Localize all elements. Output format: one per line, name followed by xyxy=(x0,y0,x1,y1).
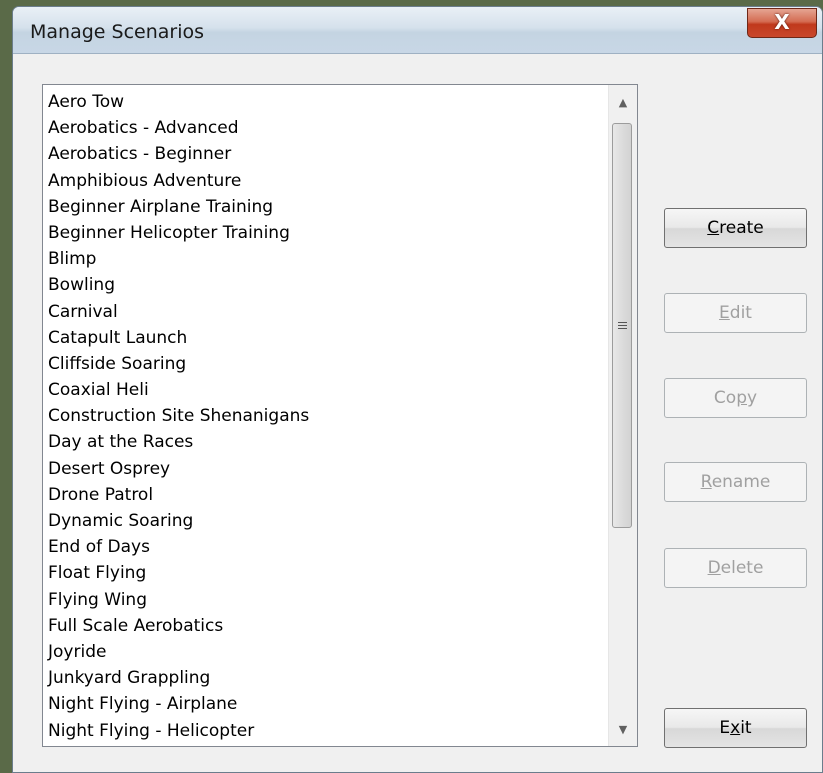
close-button[interactable]: X xyxy=(747,8,817,38)
scroll-up-icon[interactable]: ▲ xyxy=(609,85,637,119)
rename-button[interactable]: Rename xyxy=(664,462,807,502)
scenario-list-item[interactable]: Construction Site Shenanigans xyxy=(48,403,607,429)
scenario-list-item[interactable]: Aero Tow xyxy=(48,89,607,115)
scenario-list-item[interactable]: Desert Osprey xyxy=(48,456,607,482)
scenario-list-item[interactable]: Aerobatics - Beginner xyxy=(48,141,607,167)
scroll-grip-icon xyxy=(617,321,627,330)
scenario-list-item[interactable]: Night Flying - Airplane xyxy=(48,691,607,717)
scroll-thumb[interactable] xyxy=(612,123,632,528)
scenario-list-item[interactable]: Night Flying - Helicopter xyxy=(48,718,607,744)
scenario-list-item[interactable]: Full Scale Aerobatics xyxy=(48,613,607,639)
scenario-list: Aero Tow Aerobatics - Advanced Aerobatics … xyxy=(48,89,607,744)
scenario-list-item[interactable]: Junkyard Grappling xyxy=(48,665,607,691)
scenario-list-item[interactable]: Coaxial Heli xyxy=(48,377,607,403)
copy-button[interactable]: Copy xyxy=(664,378,807,418)
scenario-list-item[interactable]: Aerobatics - Advanced xyxy=(48,115,607,141)
scenario-list-item[interactable]: Joyride xyxy=(48,639,607,665)
scenario-list-item[interactable]: Dynamic Soaring xyxy=(48,508,607,534)
scenario-list-item[interactable]: Day at the Races xyxy=(48,429,607,455)
vertical-scrollbar[interactable]: ▲ ▼ xyxy=(608,85,637,746)
title-bar[interactable]: Manage Scenarios X xyxy=(13,7,822,54)
dialog-title: Manage Scenarios xyxy=(30,21,205,43)
scenario-list-item[interactable]: Beginner Helicopter Training xyxy=(48,220,607,246)
exit-button[interactable]: Exit xyxy=(664,708,807,748)
delete-button[interactable]: Delete xyxy=(664,548,807,588)
scroll-down-icon[interactable]: ▼ xyxy=(609,712,637,746)
manage-scenarios-dialog: Manage Scenarios X Aero Tow Aerobatics - … xyxy=(12,6,823,773)
scenario-list-item[interactable]: Amphibious Adventure xyxy=(48,168,607,194)
scenario-list-item[interactable]: Beginner Airplane Training xyxy=(48,194,607,220)
scenario-list-item[interactable]: Cliffside Soaring xyxy=(48,351,607,377)
scenario-list-item[interactable]: Float Flying xyxy=(48,560,607,586)
scenario-list-item[interactable]: Flying Wing xyxy=(48,587,607,613)
scenario-list-item[interactable]: Drone Patrol xyxy=(48,482,607,508)
scenario-listbox[interactable]: Aero Tow Aerobatics - Advanced Aerobatics … xyxy=(42,84,638,747)
scenario-list-item[interactable]: Carnival xyxy=(48,299,607,325)
scenario-list-item[interactable]: Blimp xyxy=(48,246,607,272)
scenario-list-item[interactable]: Bowling xyxy=(48,272,607,298)
scenario-list-item[interactable]: Catapult Launch xyxy=(48,325,607,351)
edit-button[interactable]: Edit xyxy=(664,293,807,333)
create-button[interactable]: Create xyxy=(664,208,807,248)
scenario-list-item[interactable]: End of Days xyxy=(48,534,607,560)
